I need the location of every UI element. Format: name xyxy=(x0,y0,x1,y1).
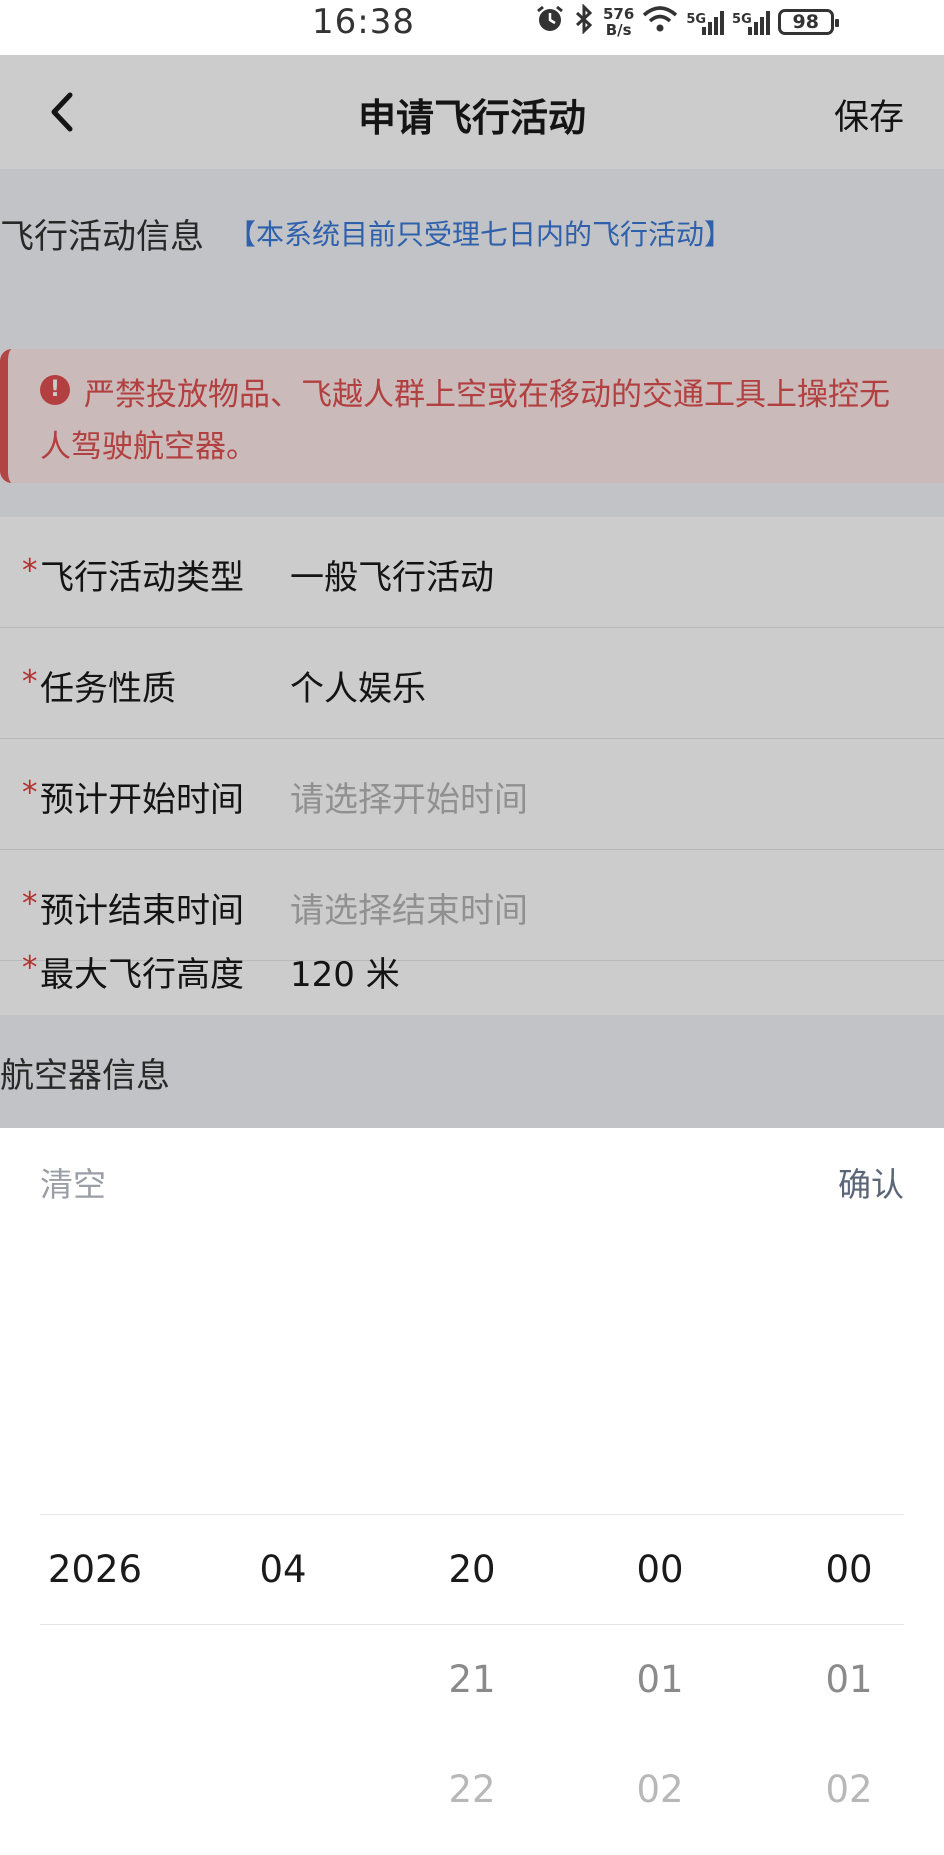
clear-button[interactable]: 清空 xyxy=(40,1158,106,1206)
end-time-field[interactable]: 请选择结束时间 xyxy=(290,883,528,932)
selection-line-top xyxy=(40,1514,904,1515)
picker-hour-option[interactable]: 02 xyxy=(565,1768,755,1811)
required-mark: * xyxy=(22,775,38,811)
form-row-activity-type[interactable]: * 飞行活动类型 一般飞行活动 xyxy=(0,517,944,628)
apply-flight-page: 申请飞行活动 保存 飞行活动信息 【本系统目前只受理七日内的飞行活动】 严禁投放… xyxy=(0,55,944,1128)
picker-day-option[interactable]: 21 xyxy=(377,1658,567,1701)
section-title: 航空器信息 xyxy=(0,1056,170,1096)
picker-hour-selected[interactable]: 00 xyxy=(565,1548,755,1591)
row-value: 一般飞行活动 xyxy=(290,558,494,598)
picker-minute-selected[interactable]: 00 xyxy=(754,1548,944,1591)
row-label: 最大飞行高度 xyxy=(40,955,244,995)
alarm-icon xyxy=(535,4,565,41)
picker-day-selected[interactable]: 20 xyxy=(377,1548,567,1591)
row-label: 预计结束时间 xyxy=(40,891,244,931)
status-icons: 576 B/s 5G 5G 98 xyxy=(535,2,839,42)
row-label: 预计开始时间 xyxy=(40,780,244,820)
save-button[interactable]: 保存 xyxy=(834,89,904,140)
start-time-field[interactable]: 请选择开始时间 xyxy=(290,772,528,821)
alert-text: 严禁投放物品、飞越人群上空或在移动的交通工具上操控无人驾驶航空器。 xyxy=(40,377,890,465)
exclamation-icon: ! xyxy=(40,375,70,405)
required-mark: * xyxy=(22,950,38,986)
picker-year-selected[interactable]: 2026 xyxy=(0,1548,190,1591)
picker-hour-option[interactable]: 01 xyxy=(565,1658,755,1701)
section-note: 【本系统目前只受理七日内的飞行活动】 xyxy=(228,218,733,251)
row-label: 飞行活动类型 xyxy=(40,558,244,598)
battery-icon: 98 xyxy=(777,9,839,35)
signal-icon: 5G xyxy=(686,9,725,35)
section-title: 飞行活动信息 xyxy=(0,217,204,257)
form-row-max-altitude[interactable]: * 最大飞行高度 120 米 xyxy=(0,950,944,1015)
net-speed: 576 B/s xyxy=(603,5,635,39)
picker-month-selected[interactable]: 04 xyxy=(188,1548,378,1591)
required-mark: * xyxy=(22,553,38,589)
bluetooth-icon xyxy=(573,2,595,41)
signal-icon-2: 5G xyxy=(732,9,770,35)
form-row-end-time[interactable]: * 预计结束时间 请选择结束时间 xyxy=(0,850,944,961)
wifi-icon xyxy=(642,5,678,40)
datetime-picker: 清空 确认 xyxy=(0,1128,944,1855)
flight-info-section: 飞行活动信息 【本系统目前只受理七日内的飞行活动】 严禁投放物品、飞越人群上空或… xyxy=(0,169,944,517)
page-title: 申请飞行活动 xyxy=(357,96,586,140)
form-row-task-nature[interactable]: * 任务性质 个人娱乐 xyxy=(0,628,944,739)
picker-day-option[interactable]: 22 xyxy=(377,1768,567,1811)
status-bar: 16:38 576 B/s 5G 5G 98 xyxy=(0,0,944,55)
picker-minute-option[interactable]: 01 xyxy=(754,1658,944,1701)
aircraft-info-section: 航空器信息 xyxy=(0,1015,944,1128)
required-mark: * xyxy=(22,664,38,700)
altitude-value: 120 米 xyxy=(290,955,400,995)
nav-bar: 申请飞行活动 保存 xyxy=(0,55,944,169)
form-row-start-time[interactable]: * 预计开始时间 请选择开始时间 xyxy=(0,739,944,850)
selection-line-bottom xyxy=(40,1624,904,1625)
row-label: 任务性质 xyxy=(40,669,176,709)
picker-minute-option[interactable]: 02 xyxy=(754,1768,944,1811)
warning-alert: 严禁投放物品、飞越人群上空或在移动的交通工具上操控无人驾驶航空器。 ! xyxy=(0,349,944,483)
row-value: 个人娱乐 xyxy=(290,669,426,709)
required-mark: * xyxy=(22,886,38,922)
confirm-button[interactable]: 确认 xyxy=(838,1158,904,1206)
status-time: 16:38 xyxy=(312,2,415,42)
